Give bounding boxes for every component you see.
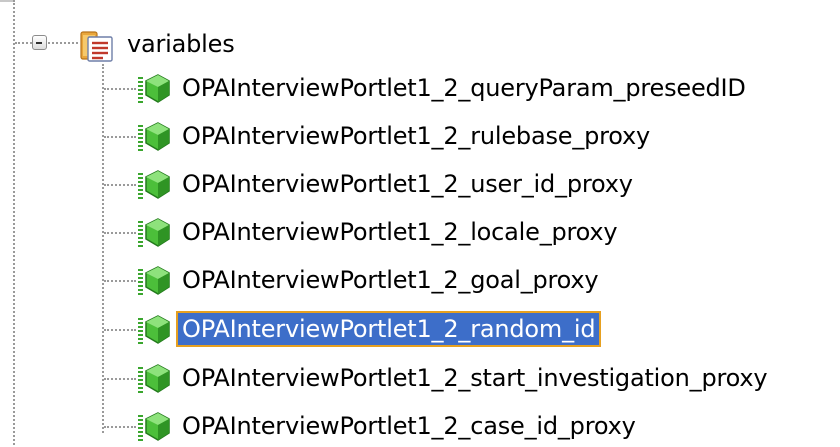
tree-item-label: OPAInterviewPortlet1_2_locale_proxy bbox=[182, 218, 618, 246]
tree-guide-connector bbox=[104, 329, 136, 331]
tree-item[interactable]: OPAInterviewPortlet1_2_case_id_proxy bbox=[0, 406, 840, 447]
tree-item-label: OPAInterviewPortlet1_2_user_id_proxy bbox=[182, 170, 633, 198]
collapse-toggle[interactable] bbox=[32, 35, 47, 50]
variable-cube-icon bbox=[138, 315, 170, 344]
tree-item[interactable]: OPAInterviewPortlet1_2_user_id_proxy bbox=[0, 164, 840, 205]
variable-cube-icon bbox=[138, 266, 170, 295]
tree-guide-connector bbox=[104, 280, 136, 282]
tree-item-label: OPAInterviewPortlet1_2_queryParam_presee… bbox=[182, 74, 746, 102]
tree-guide-connector bbox=[104, 136, 136, 138]
tree-item[interactable]: OPAInterviewPortlet1_2_start_investigati… bbox=[0, 358, 840, 399]
folder-list-icon bbox=[80, 31, 113, 62]
variable-cube-icon bbox=[138, 170, 170, 199]
tree-item-label: OPAInterviewPortlet1_2_rulebase_proxy bbox=[182, 122, 651, 150]
tree-guide-connector bbox=[104, 184, 136, 186]
tree-item[interactable]: OPAInterviewPortlet1_2_locale_proxy bbox=[0, 212, 840, 253]
tree-guide-cap bbox=[0, 0, 14, 2]
tree-item[interactable]: OPAInterviewPortlet1_2_rulebase_proxy bbox=[0, 116, 840, 157]
variable-cube-icon bbox=[138, 218, 170, 247]
tree-item-label: OPAInterviewPortlet1_2_goal_proxy bbox=[182, 266, 599, 294]
variables-tree: variables OPAInterviewPortlet1_2_queryPa… bbox=[0, 0, 840, 445]
tree-item[interactable]: OPAInterviewPortlet1_2_goal_proxy bbox=[0, 260, 840, 301]
tree-guide-connector bbox=[104, 232, 136, 234]
tree-guide-connector bbox=[15, 42, 32, 44]
tree-guide-connector bbox=[104, 378, 136, 380]
variable-cube-icon bbox=[138, 74, 170, 103]
variable-cube-icon bbox=[138, 364, 170, 393]
variable-cube-icon bbox=[138, 122, 170, 151]
minus-icon bbox=[36, 41, 42, 44]
tree-item[interactable]: OPAInterviewPortlet1_2_queryParam_presee… bbox=[0, 68, 840, 109]
tree-guide-connector bbox=[48, 42, 78, 44]
tree-item-label: OPAInterviewPortlet1_2_case_id_proxy bbox=[182, 412, 636, 440]
tree-guide-connector bbox=[104, 88, 136, 90]
variable-cube-icon bbox=[138, 412, 170, 441]
tree-item-label: OPAInterviewPortlet1_2_start_investigati… bbox=[182, 364, 768, 392]
tree-guide-connector bbox=[104, 426, 136, 428]
tree-node-label-variables[interactable]: variables bbox=[127, 28, 235, 60]
tree-item-selected[interactable]: OPAInterviewPortlet1_2_random_id bbox=[0, 309, 840, 350]
tree-item-label: OPAInterviewPortlet1_2_random_id bbox=[175, 311, 602, 347]
